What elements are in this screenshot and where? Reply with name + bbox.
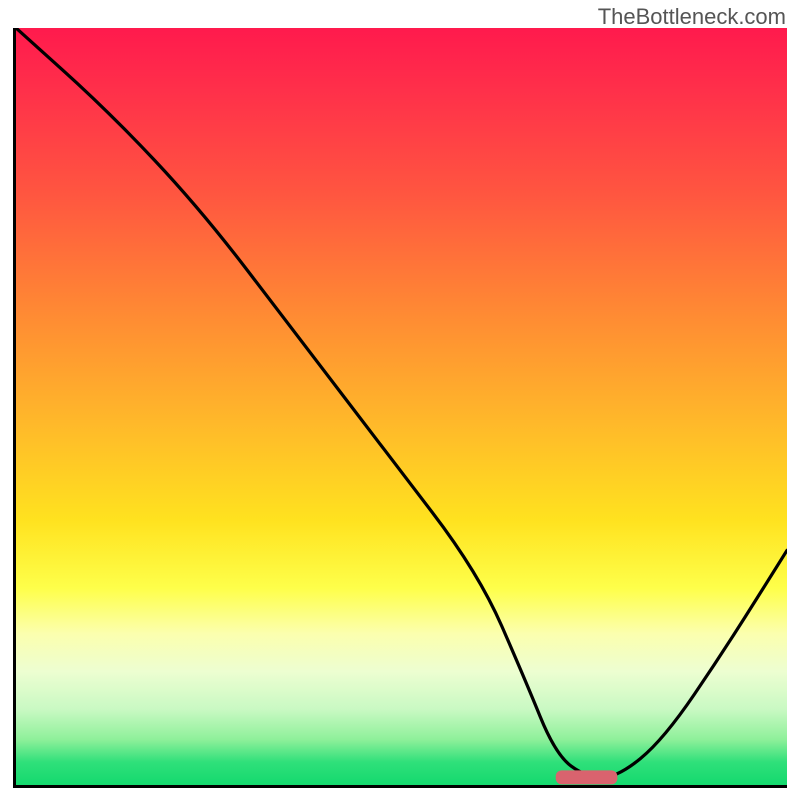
- optimal-marker: [556, 770, 618, 784]
- plot-area: [13, 28, 787, 788]
- chart-container: TheBottleneck.com: [0, 0, 800, 800]
- watermark-label: TheBottleneck.com: [598, 4, 786, 30]
- chart-svg: [16, 28, 787, 785]
- bottleneck-curve: [16, 28, 787, 777]
